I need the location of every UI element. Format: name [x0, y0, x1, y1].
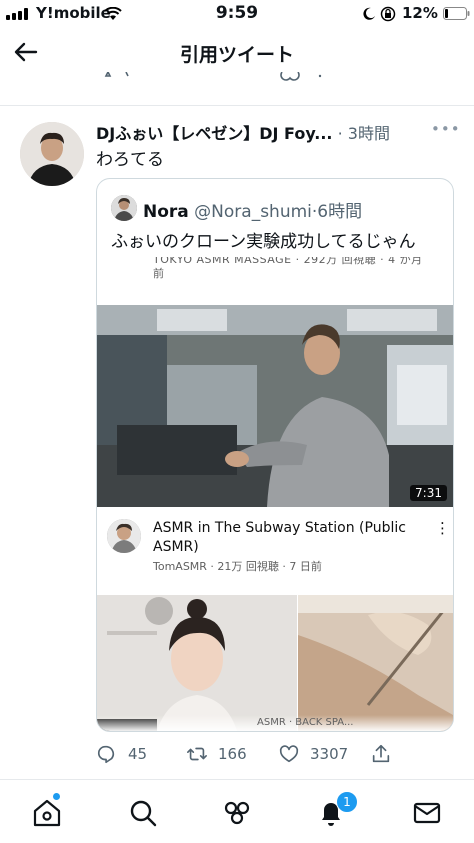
reply-icon [97, 745, 115, 764]
search-icon[interactable] [126, 796, 160, 830]
retweet-icon [187, 747, 207, 761]
quoted-tweet-card[interactable]: Nora @Nora_shumi·6時間 ふぉいのクローン実験成功してるじゃん … [96, 178, 454, 732]
video-thumbnail[interactable]: 7:31 [97, 305, 453, 507]
cut-video-meta-2: 前 [153, 267, 164, 280]
quote-author-name: Nora [143, 202, 189, 222]
reply-count: 45 [128, 745, 148, 763]
status-bar: Y!mobile 9:59 12% [0, 0, 474, 28]
separator: · [332, 124, 348, 143]
quote-time: 6時間 [317, 202, 363, 222]
reply-button[interactable]: 45 [96, 742, 147, 766]
quote-header: Nora @Nora_shumi·6時間 [143, 197, 362, 222]
video-menu-icon: ⋮ [435, 519, 450, 537]
previous-tweet-actions [104, 72, 322, 81]
heart-icon [279, 745, 299, 763]
quote-text: ふぉいのクローン実験成功してるじゃん [111, 232, 416, 252]
home-icon[interactable] [30, 796, 64, 830]
tweet-header: DJふぉい【レペゼン】DJ Foy... · 3時間 [96, 120, 390, 144]
video-thumbnail [298, 595, 453, 731]
cut-video-title: ASMR · BACK SPA... [257, 717, 354, 728]
communities-icon[interactable] [220, 796, 254, 830]
share-icon [372, 744, 390, 763]
divider [0, 105, 474, 106]
video-thumbnail [97, 595, 297, 731]
home-unread-dot [53, 793, 60, 800]
quote-handle: @Nora_shumi [194, 202, 312, 222]
retweet-count: 166 [218, 745, 247, 763]
battery-percent: 12% [402, 4, 438, 22]
orientation-lock-icon [380, 6, 396, 22]
tweet-time: 3時間 [347, 124, 390, 143]
battery-icon [443, 7, 470, 20]
notification-badge: 1 [336, 791, 358, 813]
video-duration: 7:31 [410, 485, 447, 501]
cut-video-meta: TOKYO ASMR MASSAGE · 292万 回視聴 · 4 か月 [153, 257, 423, 266]
messages-icon[interactable] [410, 796, 444, 830]
retweet-button[interactable]: 166 [186, 742, 247, 766]
quote-avatar [111, 195, 137, 221]
avatar[interactable] [20, 122, 84, 186]
do-not-disturb-icon [363, 7, 375, 20]
divider [0, 779, 474, 780]
page-title: 引用ツイート [179, 44, 294, 66]
video-title: ASMR in The Subway Station (Public ASMR) [153, 520, 406, 555]
like-count: 3307 [310, 745, 349, 763]
more-options-icon[interactable]: ••• [431, 120, 461, 138]
channel-avatar [107, 519, 141, 553]
quote-screenshot: TOKYO ASMR MASSAGE · 292万 回視聴 · 4 か月 前 7… [97, 257, 453, 731]
tweet-text: わろてる [96, 150, 164, 170]
share-button[interactable] [370, 742, 392, 766]
like-button[interactable]: 3307 [278, 742, 348, 766]
author-name[interactable]: DJふぉい【レペゼン】DJ Foy... [96, 124, 333, 143]
video-meta: TomASMR · 21万 回視聴 · 7 日前 [153, 560, 322, 573]
